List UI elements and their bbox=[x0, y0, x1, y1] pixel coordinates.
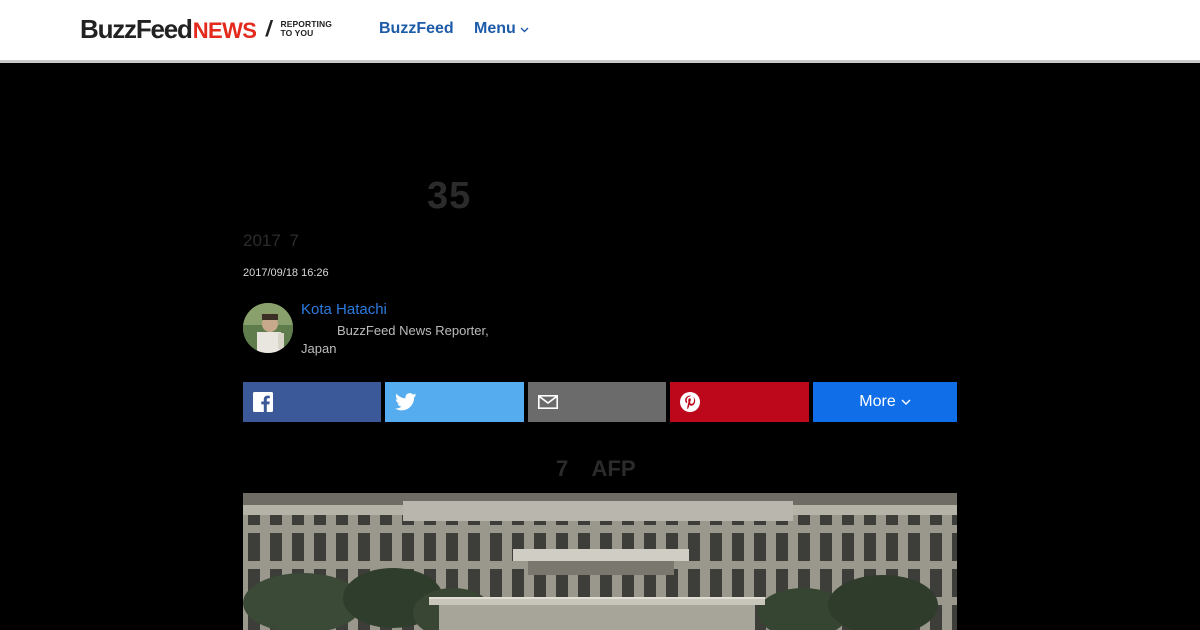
buzzfeed-news-logo[interactable]: BuzzFeed NEWS / REPORTING TO YOU bbox=[80, 14, 332, 44]
share-email-button[interactable] bbox=[528, 382, 666, 422]
email-icon bbox=[538, 395, 558, 409]
share-facebook-button[interactable] bbox=[243, 382, 381, 422]
article-photo bbox=[243, 493, 957, 630]
share-twitter-button[interactable] bbox=[385, 382, 524, 422]
logo-slash: / bbox=[264, 16, 275, 41]
logo-tagline-line2: TO YOU bbox=[280, 28, 314, 38]
article-headline: 35 bbox=[427, 175, 472, 217]
twitter-icon bbox=[395, 393, 417, 411]
share-more-button[interactable]: More bbox=[813, 382, 957, 422]
building-photo bbox=[243, 493, 957, 630]
logo-tagline: REPORTING TO YOU bbox=[280, 20, 331, 38]
share-pinterest-button[interactable] bbox=[670, 382, 809, 422]
pinterest-icon bbox=[680, 392, 700, 412]
facebook-icon bbox=[253, 392, 273, 412]
author-name-link[interactable]: Kota Hatachi bbox=[301, 301, 387, 318]
chevron-down-icon bbox=[901, 399, 911, 405]
author-avatar[interactable] bbox=[243, 303, 293, 353]
article-timestamp: 2017/09/18 16:26 bbox=[243, 267, 329, 279]
chevron-down-icon bbox=[520, 27, 529, 32]
nav-menu-label: Menu bbox=[474, 20, 516, 37]
author-role: BuzzFeed News Reporter, Japan bbox=[301, 323, 489, 356]
nav-buzzfeed-link[interactable]: BuzzFeed bbox=[379, 20, 454, 38]
nav-menu-button[interactable]: Menu bbox=[474, 20, 529, 38]
logo-brand: BuzzFeed bbox=[80, 13, 193, 44]
logo-news: NEWS bbox=[192, 17, 257, 43]
article-subhead: 2017 7 bbox=[243, 231, 299, 250]
share-more-label: More bbox=[859, 393, 896, 410]
avatar-photo bbox=[243, 303, 293, 353]
image-caption: 7 AFP bbox=[556, 456, 636, 481]
site-header: BuzzFeed NEWS / REPORTING TO YOU BuzzFee… bbox=[0, 0, 1200, 63]
